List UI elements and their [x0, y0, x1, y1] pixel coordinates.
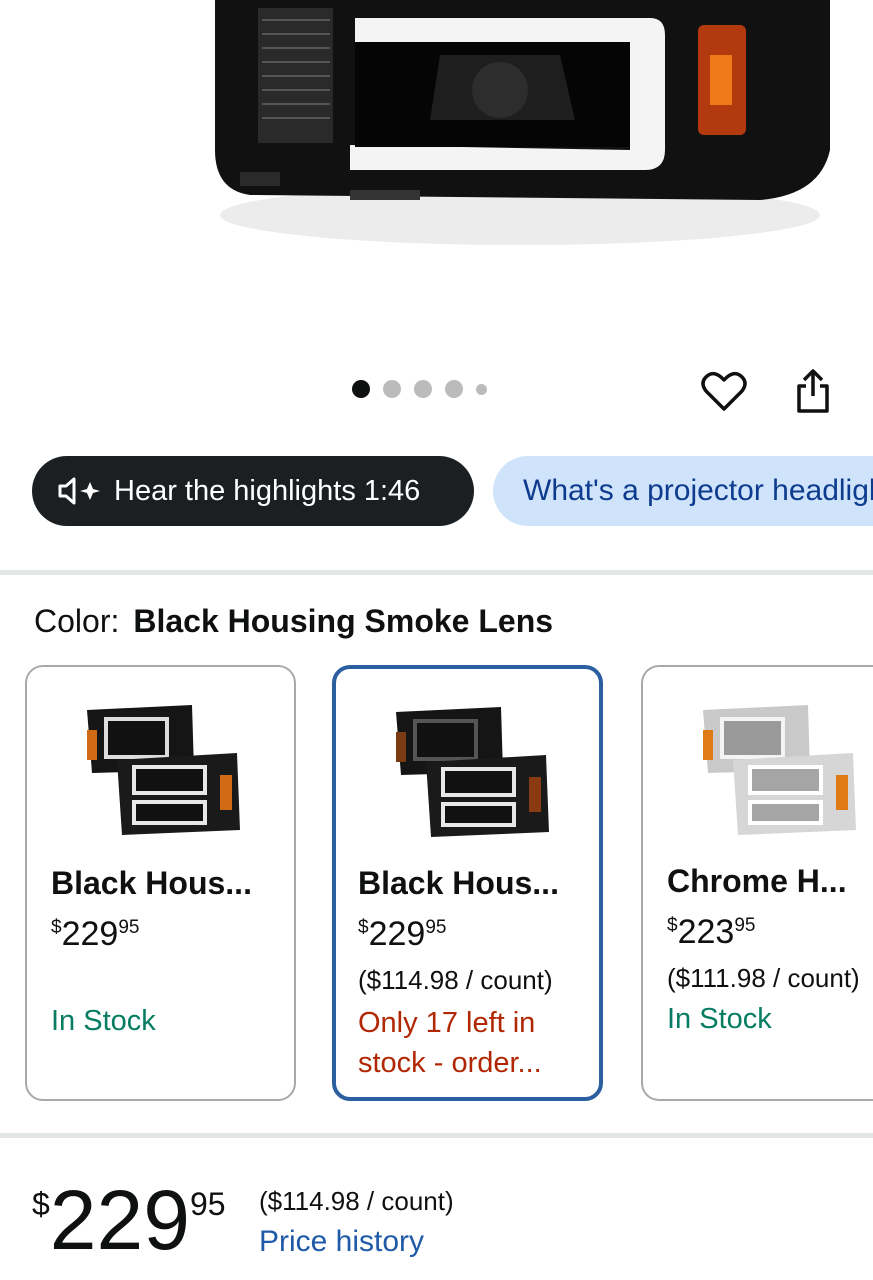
- headlight-photo: [0, 0, 873, 330]
- low-stock-warning: Only 17 left in stock - order...: [358, 1007, 542, 1079]
- price-whole: 229: [49, 1173, 190, 1267]
- swatch-price: $22395: [667, 913, 756, 951]
- swatch-price: $22995: [51, 915, 140, 953]
- price-history-link[interactable]: Price history: [259, 1225, 454, 1259]
- price-fraction: 95: [189, 1186, 226, 1222]
- carousel-dot[interactable]: [414, 380, 432, 398]
- carousel-dot[interactable]: [476, 383, 487, 395]
- color-swatch-card[interactable]: Black Hous... $22995 In Stock: [25, 665, 296, 1101]
- stock-status: In Stock: [51, 1005, 156, 1037]
- color-value: Black Housing Smoke Lens: [133, 603, 554, 639]
- color-label: Color:: [34, 603, 120, 639]
- product-price: $ 229 95: [32, 1178, 226, 1262]
- swatch-name: Black Hous...: [358, 865, 559, 901]
- swatch-name: Black Hous...: [51, 865, 252, 901]
- swatch-thumbnail: [87, 705, 240, 835]
- stock-status: In Stock: [667, 1003, 772, 1035]
- swatch-price: $22995: [358, 915, 447, 953]
- hear-highlights-button[interactable]: Hear the highlights 1:46: [32, 456, 474, 526]
- swatch-thumbnail: [703, 705, 856, 835]
- share-button[interactable]: [788, 366, 838, 416]
- carousel-dot[interactable]: [383, 380, 401, 398]
- price-currency: $: [32, 1186, 50, 1222]
- price-details: ($114.98 / count) Price history: [259, 1186, 454, 1259]
- product-image[interactable]: [0, 0, 873, 330]
- question-chip-label: What's a projector headlight?: [523, 474, 873, 507]
- share-icon: [797, 369, 829, 413]
- favorite-button[interactable]: [699, 366, 749, 416]
- question-chip[interactable]: What's a projector headlight?: [493, 456, 873, 526]
- color-selection-header: Color: Black Housing Smoke Lens: [34, 603, 553, 640]
- hear-highlights-label: Hear the highlights 1:46: [114, 474, 421, 507]
- heart-icon: [701, 371, 747, 411]
- speaker-sparkle-icon: [58, 477, 100, 505]
- color-swatch-card-selected[interactable]: Black Hous... $22995 ($114.98 / count) O…: [332, 665, 603, 1101]
- swatch-thumbnail: [396, 707, 549, 837]
- swatch-name: Chrome H...: [667, 863, 847, 899]
- section-divider: [0, 1133, 873, 1138]
- carousel-dot[interactable]: [352, 380, 370, 398]
- carousel-dot[interactable]: [445, 380, 463, 398]
- price-unit: ($114.98 / count): [259, 1186, 454, 1216]
- section-divider: [0, 570, 873, 575]
- color-swatch-card[interactable]: Chrome H... $22395 ($111.98 / count) In …: [641, 665, 873, 1101]
- swatch-unit-price: ($114.98 / count): [358, 965, 553, 995]
- image-carousel-dots[interactable]: [352, 380, 487, 398]
- swatch-unit-price: ($111.98 / count): [667, 963, 860, 993]
